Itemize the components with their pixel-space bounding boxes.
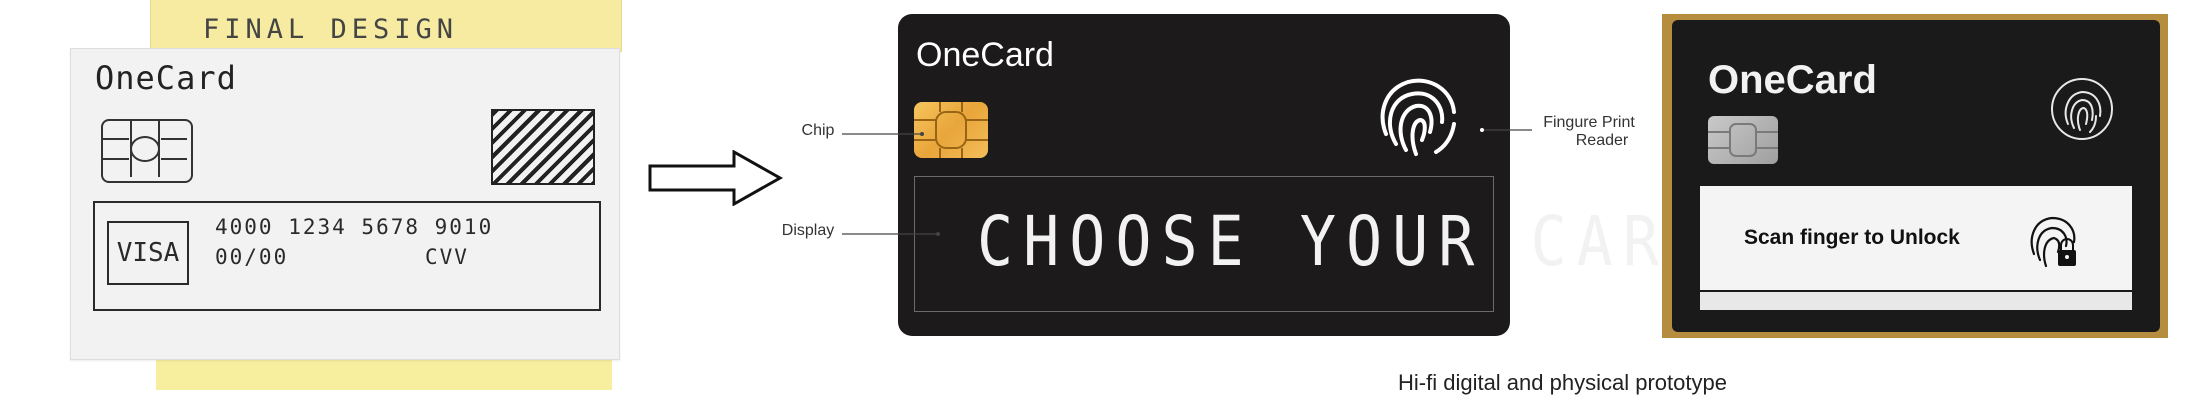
caption: Hi-fi digital and physical prototype <box>1398 370 1727 395</box>
physical-chip-icon <box>1708 116 1778 164</box>
fingerprint-label: Fingure Print Reader <box>1534 114 1644 150</box>
scan-text: Scan finger to Unlock <box>1744 226 1960 249</box>
fingerprint-label-line2: Reader <box>1575 132 1629 149</box>
id-card-strip <box>1700 292 2132 310</box>
physical-card: OneCard Scan finger to Unlock <box>1672 20 2160 332</box>
fingerprint-label-line1: Fingure Print <box>1543 114 1635 131</box>
physical-card-name: OneCard <box>1708 58 1877 102</box>
physical-screen: Scan finger to Unlock <box>1700 186 2132 290</box>
display-label: Display <box>781 222 835 239</box>
physical-fingerprint-icon <box>2050 74 2114 149</box>
chip-label: Chip <box>801 122 835 139</box>
lock-icon <box>2024 210 2084 279</box>
